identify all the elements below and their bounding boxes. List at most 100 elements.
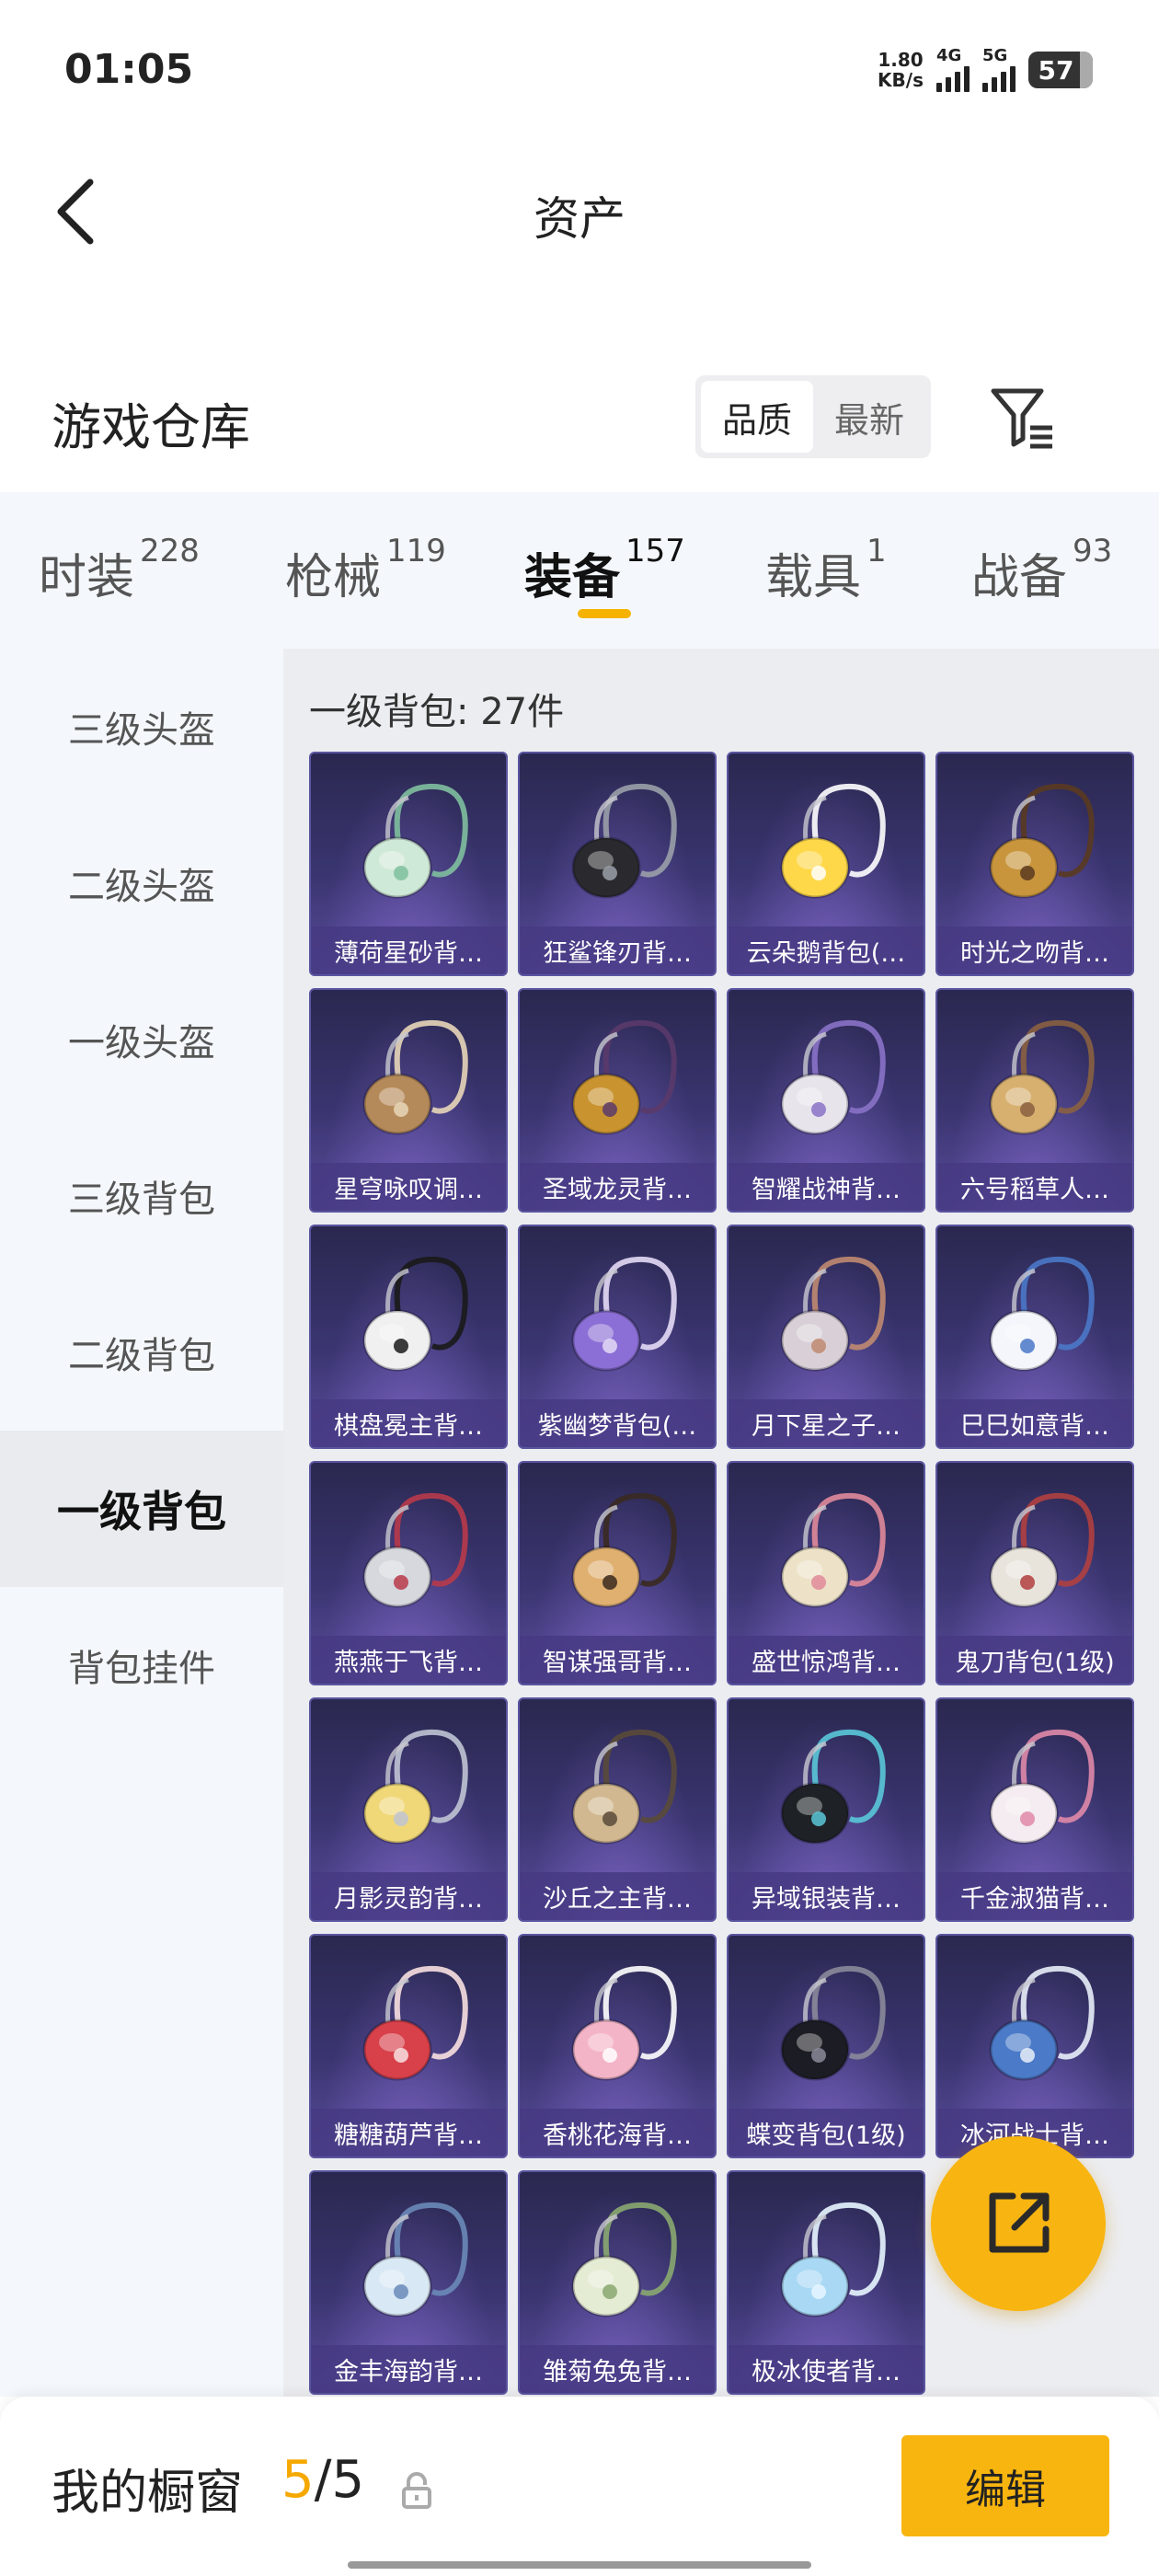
backpack-icon: [989, 1729, 1095, 1845]
item-card[interactable]: 雏菊兔兔背…: [518, 2170, 717, 2395]
item-card[interactable]: 燕燕于飞背…: [309, 1461, 508, 1685]
sort-quality-button[interactable]: 品质: [701, 381, 813, 453]
item-name: 巳巳如意背…: [937, 1399, 1132, 1447]
item-card[interactable]: 时光之吻背…: [935, 752, 1134, 976]
backpack-icon: [362, 1965, 468, 2081]
sidebar-item-helmet-1[interactable]: 一级头盔: [0, 961, 283, 1118]
tab-equipment[interactable]: 装备 157: [524, 533, 685, 607]
item-name: 智耀战神背…: [729, 1163, 924, 1211]
item-card[interactable]: 糖糖葫芦背…: [309, 1934, 508, 2158]
battery-level: 57: [1038, 54, 1074, 86]
item-card[interactable]: 异域银装背…: [727, 1697, 925, 1922]
tab-fashion[interactable]: 时装 228: [39, 533, 200, 607]
category-tabs: 时装 228 枪械 119 装备 157 载具 1 战备 93: [0, 492, 1159, 649]
sidebar: 三级头盔 二级头盔 一级头盔 三级背包 二级背包 一级背包 背包挂件: [0, 649, 283, 2397]
item-name: 圣域龙灵背…: [520, 1163, 715, 1211]
item-card[interactable]: 智耀战神背…: [727, 988, 925, 1213]
item-card[interactable]: 巳巳如意背…: [935, 1225, 1134, 1449]
item-card[interactable]: 六号稻草人…: [935, 988, 1134, 1213]
backpack-icon: [989, 783, 1095, 899]
showcase-current: 5: [281, 2450, 315, 2510]
backpack-icon: [362, 1492, 468, 1608]
active-tab-indicator: [578, 609, 631, 618]
backpack-icon: [989, 1492, 1095, 1608]
item-card[interactable]: 狂鲨锋刃背…: [518, 752, 717, 976]
tab-vehicles[interactable]: 载具 1: [765, 533, 887, 607]
item-card[interactable]: 智谋强哥背…: [518, 1461, 717, 1685]
item-card[interactable]: 鬼刀背包(1级): [935, 1461, 1134, 1685]
backpack-icon: [571, 1256, 677, 1372]
tab-label: 载具: [765, 550, 862, 605]
item-card[interactable]: 月影灵韵背…: [309, 1697, 508, 1922]
item-card[interactable]: 星穹咏叹调…: [309, 988, 508, 1213]
item-card[interactable]: 棋盘冕主背…: [309, 1225, 508, 1449]
item-card[interactable]: 金丰海韵背…: [309, 2170, 508, 2395]
item-name: 紫幽梦背包(…: [520, 1399, 715, 1447]
net-speed-unit: KB/s: [878, 69, 924, 91]
sidebar-item-backpack-2[interactable]: 二级背包: [0, 1274, 283, 1431]
item-card[interactable]: 圣域龙灵背…: [518, 988, 717, 1213]
item-card[interactable]: 薄荷星砂背…: [309, 752, 508, 976]
network-speed: 1.80 KB/s: [878, 50, 924, 90]
section-header: 游戏仓库 品质 最新: [0, 368, 1159, 469]
filter-button[interactable]: [986, 381, 1060, 454]
sidebar-item-backpack-charm[interactable]: 背包挂件: [0, 1587, 283, 1743]
tab-count: 119: [386, 533, 446, 569]
signal-4g-icon: 4G: [936, 46, 970, 92]
share-button[interactable]: [931, 2136, 1106, 2311]
tab-label: 时装: [39, 550, 135, 605]
item-name: 雏菊兔兔背…: [520, 2345, 715, 2393]
item-card[interactable]: 极冰使者背…: [727, 2170, 925, 2395]
sidebar-item-helmet-2[interactable]: 二级头盔: [0, 805, 283, 961]
showcase-title: 我的橱窗: [52, 2466, 244, 2521]
item-card[interactable]: 沙丘之主背…: [518, 1697, 717, 1922]
backpack-icon: [571, 783, 677, 899]
backpack-icon: [989, 1019, 1095, 1135]
item-card[interactable]: 云朵鹅背包(…: [727, 752, 925, 976]
item-name: 极冰使者背…: [729, 2345, 924, 2393]
signal-5g-icon: 5G: [982, 46, 1016, 92]
tab-weapons[interactable]: 枪械 119: [285, 533, 446, 607]
backpack-icon: [989, 1965, 1095, 2081]
tab-count: 157: [625, 533, 685, 569]
backpack-icon: [362, 1256, 468, 1372]
item-name: 香桃花海背…: [520, 2109, 715, 2156]
sidebar-item-helmet-3[interactable]: 三级头盔: [0, 649, 283, 805]
item-card[interactable]: 蝶变背包(1级): [727, 1934, 925, 2158]
backpack-icon: [571, 1965, 677, 2081]
backpack-icon: [780, 1492, 886, 1608]
backpack-icon: [780, 1019, 886, 1135]
backpack-icon: [362, 2202, 468, 2317]
backpack-icon: [362, 783, 468, 899]
section-title: 游戏仓库: [52, 398, 250, 456]
item-name: 燕燕于飞背…: [311, 1636, 506, 1684]
item-card[interactable]: 香桃花海背…: [518, 1934, 717, 2158]
item-name: 智谋强哥背…: [520, 1636, 715, 1684]
backpack-icon: [571, 1729, 677, 1845]
backpack-icon: [362, 1729, 468, 1845]
tab-battle-gear[interactable]: 战备 93: [971, 533, 1112, 607]
nav-bar: 资产: [0, 156, 1159, 267]
filter-icon: [991, 388, 1052, 449]
backpack-icon: [780, 2202, 886, 2317]
backpack-icon: [571, 1492, 677, 1608]
item-name: 月影灵韵背…: [311, 1872, 506, 1920]
page-title: 资产: [534, 192, 625, 246]
item-name: 异域银装背…: [729, 1872, 924, 1920]
sidebar-item-backpack-3[interactable]: 三级背包: [0, 1118, 283, 1274]
item-card[interactable]: 千金淑猫背…: [935, 1697, 1134, 1922]
item-card[interactable]: 紫幽梦背包(…: [518, 1225, 717, 1449]
item-content: 一级背包: 27件 薄荷星砂背… 狂鲨锋刃背… 云朵鹅背包(… 时光之吻背… 星穹咏叹调…: [283, 649, 1159, 2397]
tab-label: 战备: [971, 550, 1068, 605]
home-indicator[interactable]: [348, 2561, 811, 2569]
item-name: 月下星之子…: [729, 1399, 924, 1447]
item-name: 金丰海韵背…: [311, 2345, 506, 2393]
item-name: 蝶变背包(1级): [729, 2109, 924, 2156]
item-card[interactable]: 冰河战士背…: [935, 1934, 1134, 2158]
item-card[interactable]: 盛世惊鸿背…: [727, 1461, 925, 1685]
edit-button[interactable]: 编辑: [901, 2435, 1109, 2536]
item-card[interactable]: 月下星之子…: [727, 1225, 925, 1449]
sort-newest-button[interactable]: 最新: [813, 381, 925, 453]
sidebar-item-backpack-1[interactable]: 一级背包: [0, 1431, 283, 1587]
item-name: 盛世惊鸿背…: [729, 1636, 924, 1684]
